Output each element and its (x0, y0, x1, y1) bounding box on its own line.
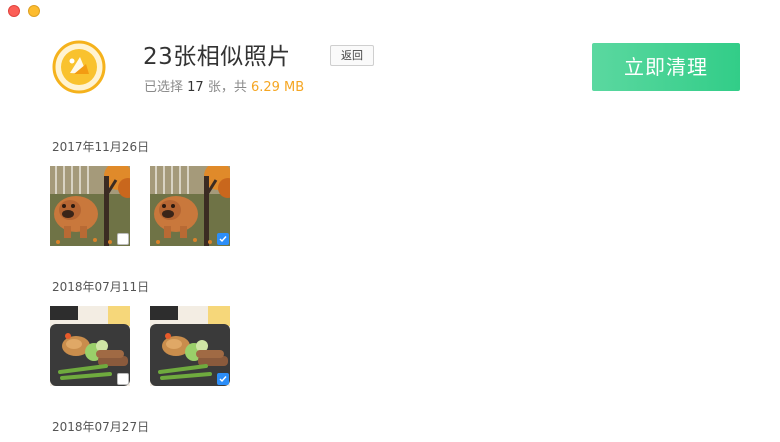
clean-now-button[interactable]: 立即清理 (592, 43, 740, 91)
group-date: 2018年07月11日 (52, 280, 150, 294)
photo-thumbnail[interactable] (50, 166, 130, 246)
photo-thumbnail[interactable] (50, 306, 130, 386)
photo-thumbnail[interactable] (150, 306, 230, 386)
checkmark-icon (219, 236, 227, 243)
window-controls (8, 5, 40, 17)
group-date: 2018年07月27日 (52, 420, 150, 434)
photo-checkbox[interactable] (117, 373, 129, 385)
selected-count: 17 (187, 80, 204, 95)
summary-mid: 张，共 (203, 80, 251, 95)
photo-thumbnail[interactable] (150, 166, 230, 246)
close-window-button[interactable] (8, 5, 20, 17)
photo-checkbox[interactable] (117, 233, 129, 245)
photo-checkbox-checked[interactable] (217, 233, 229, 245)
minimize-window-button[interactable] (28, 5, 40, 17)
total-size: 6.29 MB (250, 80, 305, 95)
selection-summary: 已选择 17 张，共 6.29 MB (144, 76, 304, 95)
back-button[interactable]: 返回 (330, 45, 374, 66)
checkmark-icon (219, 376, 227, 383)
group-date: 2017年11月26日 (52, 140, 150, 154)
photo-checkbox-checked[interactable] (217, 373, 229, 385)
summary-prefix: 已选择 (144, 80, 188, 95)
similar-photos-app-icon (52, 40, 106, 94)
page-title: 23张相似照片 (143, 44, 291, 70)
